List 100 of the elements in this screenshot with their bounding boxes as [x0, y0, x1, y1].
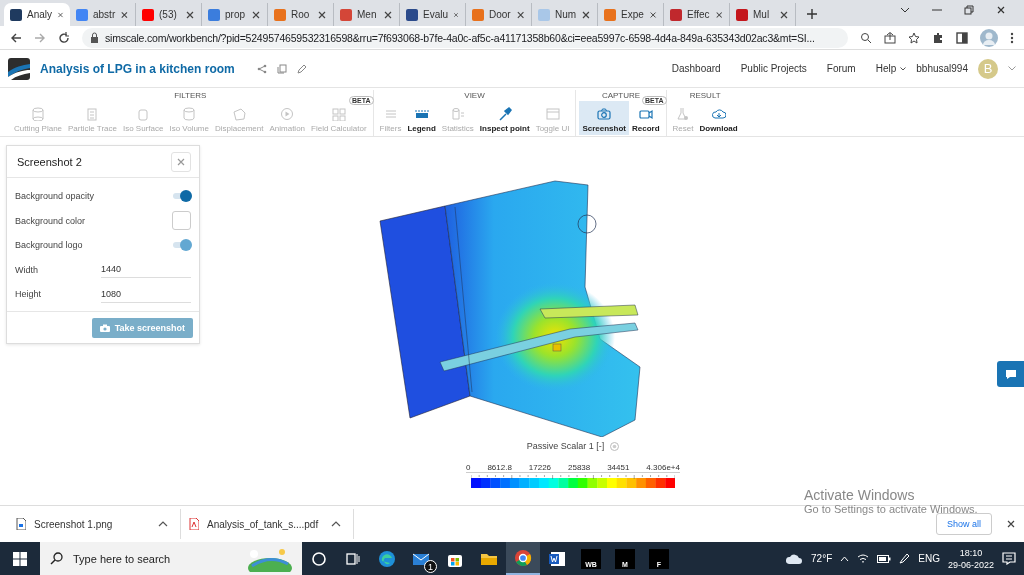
tab-title: Roo	[291, 9, 311, 20]
close-icon[interactable]	[251, 9, 261, 20]
camera-icon	[99, 323, 110, 332]
close-icon[interactable]	[996, 5, 1006, 15]
close-icon[interactable]	[581, 9, 591, 20]
pencil-icon[interactable]	[296, 63, 307, 74]
toolbar-button[interactable]: Legend	[404, 101, 439, 135]
new-tab-icon[interactable]	[806, 8, 818, 20]
chevron-down-icon[interactable]	[900, 66, 907, 71]
browser-tab[interactable]: Analy	[4, 3, 70, 26]
sidebar-icon[interactable]	[956, 31, 968, 44]
chrome-browser-icon	[514, 548, 532, 567]
color-swatch[interactable]	[172, 211, 191, 231]
number-field[interactable]: 1080	[101, 285, 191, 303]
shape-icon	[232, 107, 247, 121]
legend-title: Passive Scalar 1 [-]	[526, 441, 605, 451]
grid-icon	[331, 107, 346, 121]
browser-tab[interactable]: Mul	[730, 3, 796, 26]
close-icon[interactable]	[648, 9, 657, 20]
nav-link[interactable]: Public Projects	[740, 63, 807, 74]
taskbar-app[interactable]: 1	[404, 542, 438, 575]
star-icon[interactable]	[908, 31, 920, 44]
close-button[interactable]	[171, 152, 191, 172]
share-icon[interactable]	[256, 63, 267, 74]
activation-text: Go to Settings to activate Windows.	[804, 503, 978, 515]
tab-title: Men	[357, 9, 378, 20]
toolbar-button[interactable]: Inspect point	[476, 101, 533, 135]
back-icon[interactable]	[10, 31, 22, 44]
tick-label: 4.306e+4	[646, 463, 680, 472]
restore-icon[interactable]	[964, 5, 974, 15]
notification-badge: 1	[424, 560, 437, 573]
pipette-icon	[497, 107, 512, 121]
tick-label: 25838	[568, 463, 591, 472]
reload-icon[interactable]	[58, 31, 70, 44]
number-field[interactable]: 1440	[101, 261, 191, 279]
download-item[interactable]: Screenshot 1.png	[8, 509, 181, 539]
word-document-icon	[548, 549, 566, 568]
logo-icon[interactable]	[8, 57, 30, 80]
zoom-icon[interactable]	[860, 31, 872, 44]
show-all-button[interactable]: Show all	[935, 513, 992, 535]
taskbar-search-field[interactable]: Type here to search	[40, 542, 302, 575]
close-icon[interactable]	[120, 9, 129, 20]
pen-icon[interactable]	[899, 553, 911, 564]
nav-link[interactable]: Help	[875, 63, 897, 74]
field-label: Background color	[15, 215, 86, 226]
cylinder-icon	[31, 107, 45, 121]
puzzle-icon[interactable]	[932, 31, 944, 44]
close-icon[interactable]	[1006, 519, 1016, 529]
close-icon[interactable]	[779, 9, 789, 20]
tab-title: Evalu	[423, 9, 448, 20]
field-label: Width	[15, 264, 38, 275]
kebab-menu-icon[interactable]	[1010, 31, 1014, 44]
notification-icon[interactable]	[1002, 552, 1016, 565]
close-icon[interactable]	[714, 9, 723, 20]
browser-tab[interactable]: abstr	[70, 3, 136, 26]
tab-title: abstr	[93, 9, 116, 20]
panel-title: Screenshot 2	[17, 156, 82, 168]
browser-tab[interactable]: Door	[466, 3, 532, 26]
toggle-switch[interactable]	[173, 191, 191, 202]
video-camera-icon	[638, 107, 653, 121]
browser-tab[interactable]: Evalu	[400, 3, 466, 26]
tab-title: Effec	[687, 9, 710, 20]
browser-tab[interactable]: (53)	[136, 3, 202, 26]
chat-button[interactable]	[997, 361, 1024, 387]
windows-logo-icon	[13, 551, 27, 566]
image-file-icon	[16, 518, 26, 530]
browser-tab[interactable]: Expe	[598, 3, 664, 26]
download-item[interactable]: Analysis_of_tank_s....pdf	[181, 509, 354, 539]
browser-tab[interactable]: prop	[202, 3, 268, 26]
username: bbhusal994	[916, 63, 968, 74]
browser-tab[interactable]: Men	[334, 3, 400, 26]
language-indicator[interactable]: ENG	[918, 553, 940, 564]
chevron-icon[interactable]	[900, 5, 910, 15]
nav-link[interactable]: Dashboard	[671, 63, 721, 74]
close-icon[interactable]	[383, 9, 393, 20]
close-icon[interactable]	[515, 9, 525, 20]
window-icon	[545, 107, 560, 121]
wifi-icon[interactable]	[857, 553, 870, 564]
camera-icon	[597, 107, 612, 121]
caret-up-icon	[331, 520, 341, 528]
tick-label: 17226	[528, 463, 552, 472]
close-icon[interactable]	[317, 9, 327, 20]
share-icon[interactable]	[884, 31, 896, 44]
tab-title: prop	[225, 9, 246, 20]
clock-time: 18:10	[959, 546, 983, 559]
caret-up-icon	[158, 520, 168, 528]
search-icon	[50, 552, 63, 565]
chevron-up-icon[interactable]	[840, 555, 850, 562]
browser-tab[interactable]: Effec	[664, 3, 730, 26]
address-field[interactable]: simscale.com/workbench/?pid=5249574659532316598&rru=7f693068-b7fe-4a0c-af5c-a41171358b60&ci=eea5997c-6598-4d4a-849a-635343d02ac3&mt=SI...	[82, 27, 848, 48]
toolbar-button[interactable]: Screenshot	[579, 101, 629, 135]
browser-tab[interactable]: Roo	[268, 3, 334, 26]
tick-label: 0	[466, 463, 471, 472]
close-icon[interactable]	[185, 9, 195, 20]
field-label: Height	[15, 289, 41, 300]
browser-tab[interactable]: Num	[532, 3, 598, 26]
nav-link[interactable]: Forum	[826, 63, 856, 74]
toolbar-button[interactable]: Download	[696, 101, 741, 135]
battery-icon[interactable]	[877, 554, 892, 563]
activation-title: Activate Windows	[804, 487, 916, 503]
